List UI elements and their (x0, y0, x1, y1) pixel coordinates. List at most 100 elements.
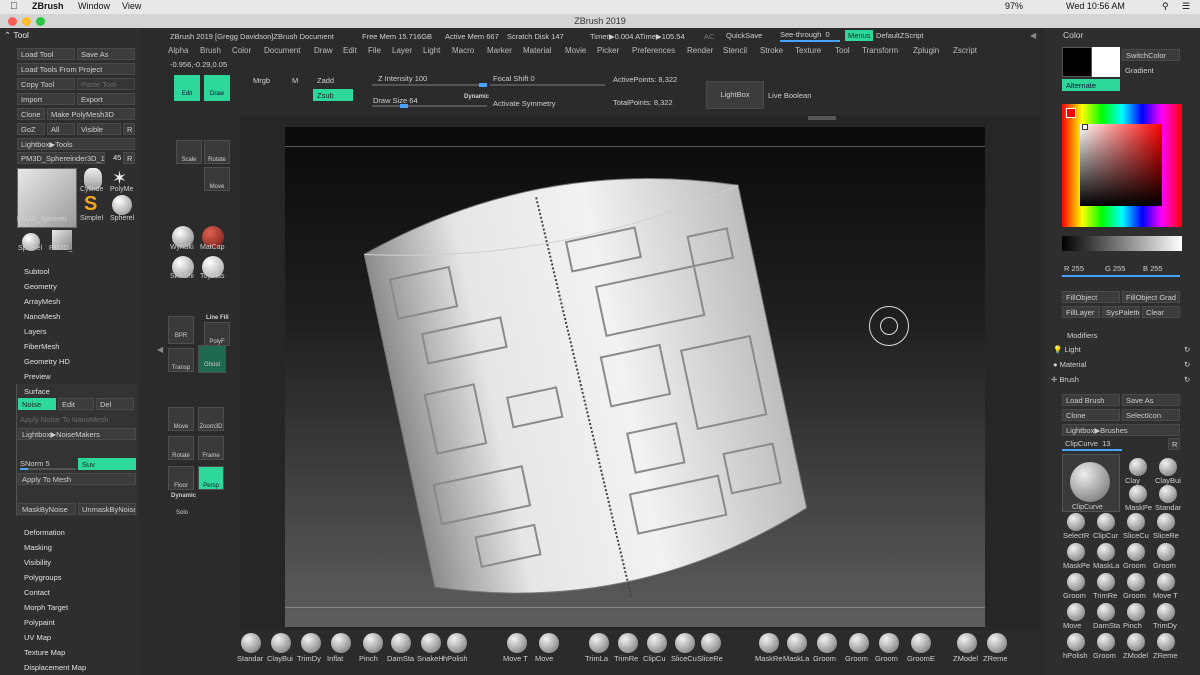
menu-texture[interactable]: Texture (795, 46, 821, 55)
tool-palette-header[interactable]: ⌃ Tool (4, 30, 29, 41)
apply-to-mesh-button[interactable]: Apply To Mesh (18, 473, 136, 485)
brush-label[interactable]: SnakeH (417, 654, 444, 663)
load-tools-from-project-button[interactable]: Load Tools From Project (17, 63, 135, 75)
brush-grid-standar-icon[interactable] (1159, 485, 1177, 503)
subpalette-arraymesh[interactable]: ArrayMesh (24, 297, 60, 306)
brush-grid-groom-icon[interactable] (1097, 633, 1115, 651)
menu-stroke[interactable]: Stroke (760, 46, 783, 55)
brush-trimdy-icon[interactable] (301, 633, 321, 653)
edit-mode-button[interactable]: Edit (174, 75, 200, 101)
menu-brush[interactable]: Brush (200, 46, 221, 55)
clipcurve-slider[interactable]: ClipCurve 13 (1065, 439, 1110, 448)
focal-shift-slider[interactable]: Focal Shift 0 (493, 74, 535, 83)
lightbox-noisemakers-button[interactable]: Lightbox▶NoiseMakers (18, 428, 136, 440)
clear-button[interactable]: Clear (1142, 306, 1180, 318)
brush-label[interactable]: Groom (813, 654, 836, 663)
menu-render[interactable]: Render (687, 46, 713, 55)
brush-label[interactable]: SliceCu (671, 654, 697, 663)
fill-layer-button[interactable]: FillLayer (1062, 306, 1100, 318)
brush-label[interactable]: MaskLa (783, 654, 809, 663)
brush-grid-zreme-icon[interactable] (1157, 633, 1175, 651)
goz-r-button[interactable]: R (123, 123, 135, 135)
apply-noise-nanomesh-button[interactable]: Apply Noise To NanoMesh (20, 415, 108, 424)
brush-snakeh-icon[interactable] (421, 633, 441, 653)
subpalette-uv-map[interactable]: UV Map (24, 633, 51, 642)
goz-visible-button[interactable]: Visible (77, 123, 121, 135)
subpalette-fibermesh[interactable]: FiberMesh (24, 342, 59, 351)
clock[interactable]: Wed 10:56 AM (1066, 1, 1125, 11)
brush-label[interactable]: TrimRe (614, 654, 638, 663)
brush-grid-pinch-icon[interactable] (1127, 603, 1145, 621)
brush-grid-zmodel-icon[interactable] (1127, 633, 1145, 651)
rotate-view-button[interactable]: Rotate (168, 436, 194, 460)
brush-damsta-icon[interactable] (391, 633, 411, 653)
zoom-window-icon[interactable] (36, 17, 45, 26)
persp-button[interactable]: Persp (198, 466, 224, 490)
noise-del-button[interactable]: Del (96, 398, 134, 410)
brush-label[interactable]: TrimDy (297, 654, 321, 663)
z-intensity-track[interactable] (372, 83, 487, 87)
brush-grid-groom-icon[interactable] (1067, 573, 1085, 591)
menu-draw[interactable]: Draw (314, 46, 333, 55)
make-polymesh-button[interactable]: Make PolyMesh3D (47, 108, 135, 120)
subpalette-deformation[interactable]: Deformation (24, 528, 65, 537)
brush-slicere-icon[interactable] (701, 633, 721, 653)
move-button[interactable]: Move (168, 407, 194, 431)
menu-movie[interactable]: Movie (565, 46, 586, 55)
color-wheel[interactable] (1062, 104, 1182, 227)
brush-move-icon[interactable] (539, 633, 559, 653)
brush-claybui-icon[interactable] (271, 633, 291, 653)
switch-color-button[interactable]: SwitchColor (1122, 49, 1180, 61)
menu-list-icon[interactable]: ☰ (1182, 1, 1190, 12)
subpalette-layers[interactable]: Layers (24, 327, 47, 336)
menu-view[interactable]: View (122, 1, 141, 11)
see-through-slider[interactable]: See-through 0 (780, 30, 830, 39)
draw-size-slider[interactable]: Draw Size 64 (373, 96, 418, 105)
live-boolean-button[interactable]: Live Boolean (768, 91, 811, 100)
brush-label[interactable]: Move (535, 654, 553, 663)
rgb-track[interactable] (1062, 275, 1180, 277)
menu-transform[interactable]: Transform (862, 46, 898, 55)
menu-document[interactable]: Document (264, 46, 300, 55)
brush-palette[interactable]: ✛ Brush (1051, 375, 1079, 384)
menu-zplugin[interactable]: Zplugin (913, 46, 939, 55)
subpalette-texture-map[interactable]: Texture Map (24, 648, 65, 657)
clone-button[interactable]: Clone (17, 108, 45, 120)
sys-palette-button[interactable]: SysPalette (1102, 306, 1140, 318)
menu-preferences[interactable]: Preferences (632, 46, 675, 55)
scale-button[interactable]: Scale (176, 140, 202, 164)
mask-by-noise-button[interactable]: MaskByNoise (18, 503, 76, 515)
zsub-button[interactable]: Zsub (313, 89, 353, 101)
goz-all-button[interactable]: All (47, 123, 75, 135)
menu-color[interactable]: Color (232, 46, 251, 55)
brush-groome-icon[interactable] (911, 633, 931, 653)
brush-label[interactable]: Inflat (327, 654, 343, 663)
panel-arrow-icon[interactable]: ◀ (1030, 31, 1036, 40)
brush-grid-slicere-icon[interactable] (1157, 513, 1175, 531)
tool-count-slider[interactable]: 45 (113, 153, 121, 162)
floor-button[interactable]: Floor (168, 466, 194, 490)
load-brush-button[interactable]: Load Brush (1062, 394, 1120, 406)
color-palette-header[interactable]: Color (1063, 30, 1083, 40)
brush-label[interactable]: Move T (503, 654, 528, 663)
brush-label[interactable]: Standar (237, 654, 263, 663)
rotate-button[interactable]: Rotate (204, 140, 230, 164)
blue-slider[interactable]: B 255 (1143, 264, 1163, 273)
app-menu[interactable]: ZBrush (32, 1, 64, 11)
activate-symmetry-button[interactable]: Activate Symmetry (493, 99, 556, 108)
brush-grid-maskpe-icon[interactable] (1129, 485, 1147, 503)
brush-hpolish-icon[interactable] (447, 633, 467, 653)
default-zscript-button[interactable]: DefaultZScript (876, 31, 924, 40)
brush-r-button[interactable]: R (1168, 438, 1180, 450)
menu-light[interactable]: Light (423, 46, 440, 55)
spotlight-icon[interactable]: ⚲ (1162, 1, 1169, 12)
brush-pinch-icon[interactable] (363, 633, 383, 653)
brush-slicecu-icon[interactable] (675, 633, 695, 653)
lightbox-brushes-button[interactable]: Lightbox▶Brushes (1062, 424, 1180, 436)
brush-label[interactable]: DamSta (387, 654, 414, 663)
solo-button[interactable]: Solo (176, 510, 188, 516)
z-intensity-slider[interactable]: Z Intensity 100 (378, 74, 427, 83)
light-refresh-icon[interactable]: ↻ (1184, 345, 1190, 354)
brush-grid-selectr-icon[interactable] (1067, 513, 1085, 531)
brush-grid-move-t-icon[interactable] (1157, 573, 1175, 591)
